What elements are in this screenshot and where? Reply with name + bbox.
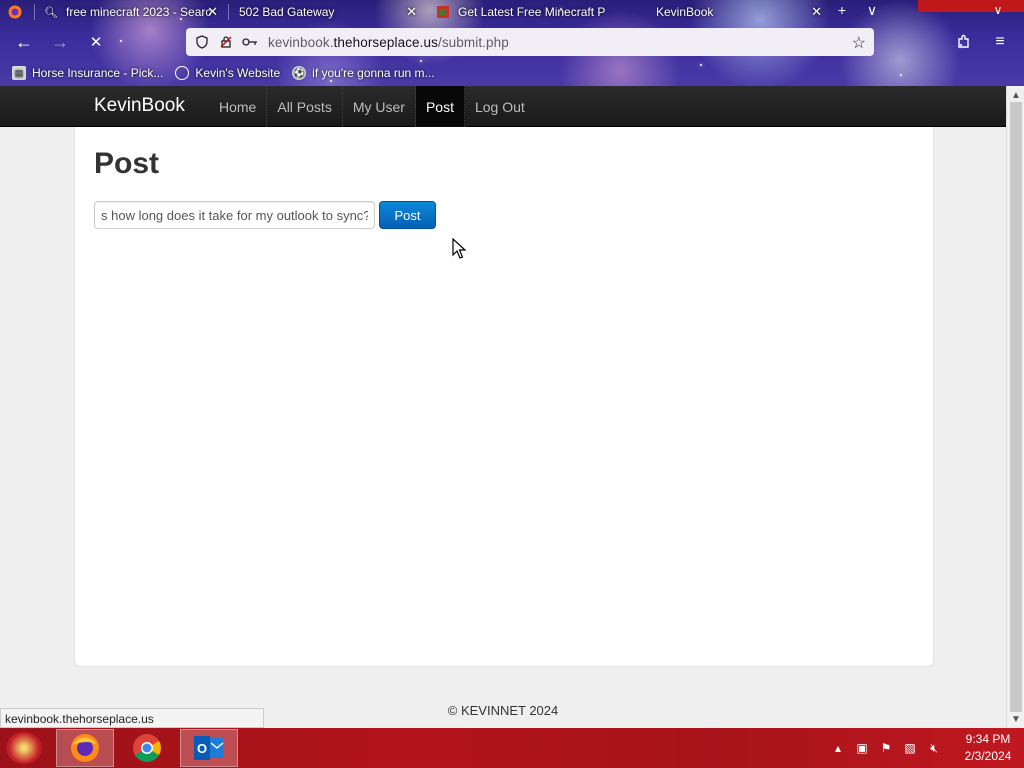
url-bar[interactable]: kevinbook.thehorseplace.us/submit.php ☆: [186, 28, 874, 56]
firefox-icon: [8, 5, 22, 19]
new-tab-button[interactable]: +: [832, 0, 852, 20]
mouse-cursor-icon: [452, 238, 466, 259]
tab-title: 502 Bad Gateway: [239, 5, 335, 19]
clock-time: 9:34 PM: [965, 732, 1011, 746]
extensions-icon[interactable]: [950, 30, 978, 54]
tab-minecraft[interactable]: Get Latest Free Minecraft P: [436, 0, 636, 24]
site-nav-links: Home All Posts My User Post Log Out: [209, 86, 535, 127]
bookmark-label: Horse Insurance - Pick...: [32, 66, 164, 80]
taskbar-firefox[interactable]: [56, 729, 114, 767]
start-button[interactable]: [6, 732, 42, 764]
post-text-input[interactable]: [94, 201, 375, 229]
firefox-icon: [71, 734, 99, 762]
url-prefix: kevinbook.: [268, 34, 334, 50]
minecraft-icon: [436, 5, 450, 19]
system-tray: ▴ ▣ ⚑ ▧ 🔇︎ 9:34 PM 2/3/2024: [826, 728, 1024, 768]
close-icon[interactable]: ✕: [406, 4, 417, 20]
soccer-icon: ⚽: [292, 66, 307, 80]
content-card: Post Post: [74, 127, 934, 667]
link-status-bar: kevinbook.thehorseplace.us: [0, 708, 264, 728]
tab-title: Get Latest Free Minecraft P: [458, 5, 606, 19]
close-icon[interactable]: ✕: [811, 4, 822, 20]
chrome-icon: [133, 734, 161, 762]
tab-kevinbook[interactable]: KevinBook ✕: [656, 0, 828, 24]
svg-text:O: O: [197, 741, 207, 756]
taskbar-chrome[interactable]: [118, 729, 176, 767]
bookmark-label: Kevin's Website: [195, 66, 281, 80]
tab-separator: [228, 4, 229, 20]
bookmark-kevins-website[interactable]: Kevin's Website: [175, 66, 280, 80]
nav-toolbar: ← → ✕ kevinbook.thehorseplace.us/submit.…: [0, 26, 1024, 58]
taskbar-outlook[interactable]: O: [180, 729, 238, 767]
close-icon[interactable]: ✕: [207, 4, 218, 20]
key-icon[interactable]: [242, 34, 258, 50]
flag-icon[interactable]: ⚑: [878, 740, 894, 756]
bookmark-horse-insurance[interactable]: ▤ Horse Insurance - Pick...: [12, 66, 163, 80]
scroll-down-arrow-icon[interactable]: ▼: [1010, 712, 1022, 726]
url-text[interactable]: kevinbook.thehorseplace.us/submit.php: [268, 35, 509, 50]
globe-icon: [175, 66, 190, 80]
site-brand[interactable]: KevinBook: [94, 95, 185, 117]
nav-my-user[interactable]: My User: [343, 86, 416, 127]
search-icon: 🔍︎: [44, 6, 58, 19]
nav-home[interactable]: Home: [209, 86, 268, 127]
bookmark-star-icon[interactable]: ☆: [852, 33, 866, 53]
page-icon: ▤: [12, 66, 26, 80]
bookmarks-bar: ▤ Horse Insurance - Pick... Kevin's Webs…: [0, 62, 1024, 84]
show-hidden-icons-icon[interactable]: ▴: [830, 740, 846, 756]
site-navbar: KevinBook Home All Posts My User Post Lo…: [0, 86, 1006, 127]
back-button[interactable]: ←: [10, 30, 38, 54]
insecure-lock-icon[interactable]: [218, 34, 234, 50]
tab-title: free minecraft 2023 - Searc: [66, 5, 212, 19]
tab-list-button[interactable]: ∨: [862, 0, 882, 20]
network-icon[interactable]: ▣: [854, 740, 870, 756]
window-close-region: [918, 0, 1024, 12]
tab-search[interactable]: 🔍︎ free minecraft 2023 - Searc ✕: [44, 0, 224, 24]
scroll-up-arrow-icon[interactable]: ▲: [1010, 88, 1022, 102]
os-taskbar: O ▴ ▣ ⚑ ▧ 🔇︎ 9:34 PM 2/3/2024: [0, 728, 1024, 768]
page-title: Post: [94, 147, 160, 180]
stop-button[interactable]: ✕: [82, 30, 110, 54]
tab-title: KevinBook: [656, 5, 714, 19]
shield-icon[interactable]: [194, 34, 210, 50]
nav-all-posts[interactable]: All Posts: [267, 86, 343, 127]
vertical-scrollbar[interactable]: ▲ ▼: [1006, 86, 1024, 728]
url-domain: thehorseplace.us: [333, 34, 438, 50]
tab-strip: 🔍︎ free minecraft 2023 - Searc ✕ 502 Bad…: [0, 0, 1024, 24]
firefox-menu[interactable]: [8, 0, 30, 24]
volume-muted-icon[interactable]: 🔇︎: [926, 740, 942, 756]
post-submit-button[interactable]: Post: [379, 201, 436, 229]
scrollbar-thumb[interactable]: [1010, 102, 1022, 712]
tab-separator: [34, 4, 35, 20]
tab-bad-gateway[interactable]: 502 Bad Gateway ✕: [239, 0, 423, 24]
monitor-icon[interactable]: ▧: [902, 740, 918, 756]
taskbar-clock[interactable]: 9:34 PM 2/3/2024: [952, 731, 1024, 765]
window-close-button[interactable]: ∨: [988, 0, 1008, 20]
browser-chrome: 🔍︎ free minecraft 2023 - Searc ✕ 502 Bad…: [0, 0, 1024, 86]
nav-post[interactable]: Post: [415, 86, 465, 127]
bookmark-label: if you're gonna run m...: [312, 66, 435, 80]
forward-button[interactable]: →: [46, 30, 74, 54]
hamburger-menu-icon[interactable]: ≡: [986, 30, 1014, 54]
clock-date: 2/3/2024: [964, 749, 1012, 763]
nav-log-out[interactable]: Log Out: [465, 86, 535, 127]
url-path: /submit.php: [437, 34, 509, 50]
outlook-icon: O: [194, 736, 224, 760]
bookmark-gonna-run[interactable]: ⚽ if you're gonna run m...: [292, 66, 435, 80]
